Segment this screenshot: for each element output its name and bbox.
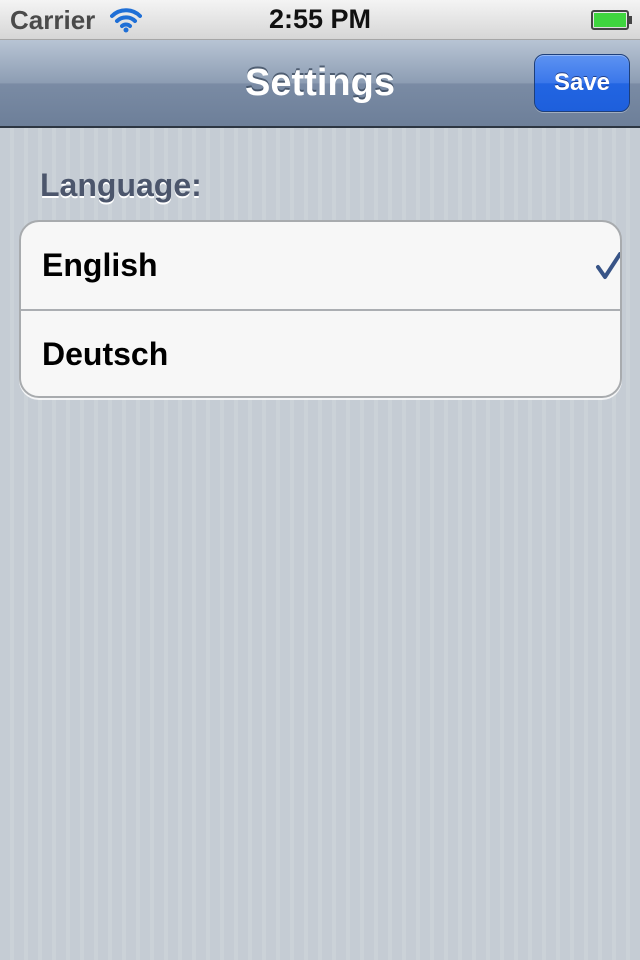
save-button[interactable]: Save [534, 54, 630, 112]
status-bar: Carrier 2:55 PM [0, 0, 640, 40]
checkmark-icon [596, 252, 620, 279]
battery-full-icon [591, 10, 632, 30]
language-list: English Deutsch [19, 220, 622, 398]
language-section-header: Language: [40, 167, 202, 203]
language-option-label: English [42, 247, 158, 283]
status-time: 2:55 PM [268, 4, 372, 34]
language-option-label: Deutsch [42, 336, 169, 372]
language-option-english[interactable]: English [21, 222, 620, 309]
navigation-bar: Settings Save [0, 40, 640, 128]
language-option-deutsch[interactable]: Deutsch [21, 309, 620, 396]
